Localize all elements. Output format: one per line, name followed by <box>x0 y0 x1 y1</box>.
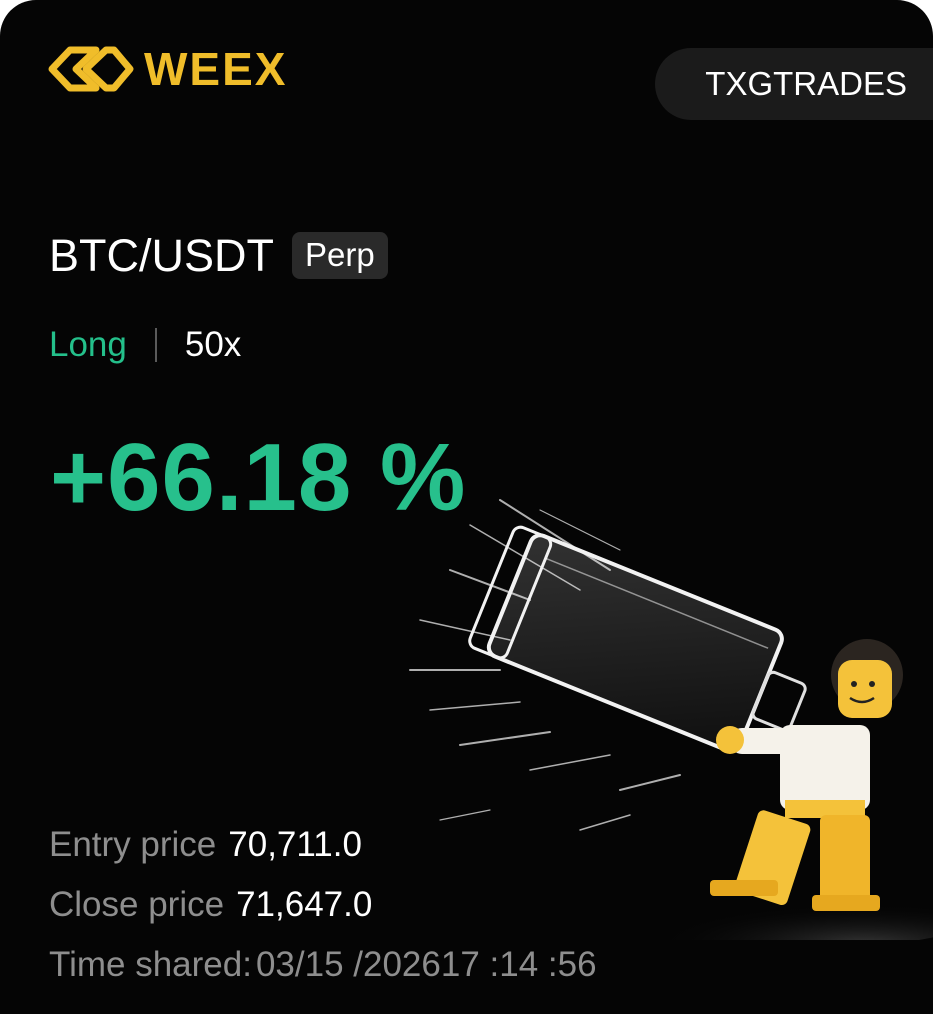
share-card: WEEX TXGTRADES BTC/USDT Perp Long 50x +6… <box>0 0 933 1014</box>
time-shared-row: Time shared: 03/15 /202617 :14 :56 <box>49 947 597 982</box>
entry-price-label: Entry price <box>49 825 217 864</box>
entry-price-row: Entry price 70,711.0 <box>49 827 362 862</box>
close-price-label: Close price <box>49 885 225 924</box>
time-shared-label: Time shared: <box>49 945 252 984</box>
position-side: Long <box>49 325 127 364</box>
leverage: 50x <box>184 325 242 364</box>
brand-name: WEEX <box>144 43 288 95</box>
pair-row: BTC/USDT Perp <box>49 232 388 279</box>
time-shared-value: 03/15 /202617 :14 :56 <box>255 945 597 984</box>
close-price-row: Close price 71,647.0 <box>49 887 372 922</box>
weex-diamond-icon <box>48 44 134 94</box>
entry-price-value: 70,711.0 <box>228 825 362 864</box>
divider <box>154 327 157 362</box>
user-handle: TXGTRADES <box>655 48 933 120</box>
toy-figure-with-glass-bottle-illustration <box>380 470 933 950</box>
close-price-value: 71,647.0 <box>236 885 373 924</box>
side-row: Long 50x <box>49 327 241 362</box>
brand-logo: WEEX <box>48 44 287 94</box>
trading-pair: BTC/USDT <box>49 230 274 281</box>
contract-type-badge: Perp <box>292 232 388 279</box>
